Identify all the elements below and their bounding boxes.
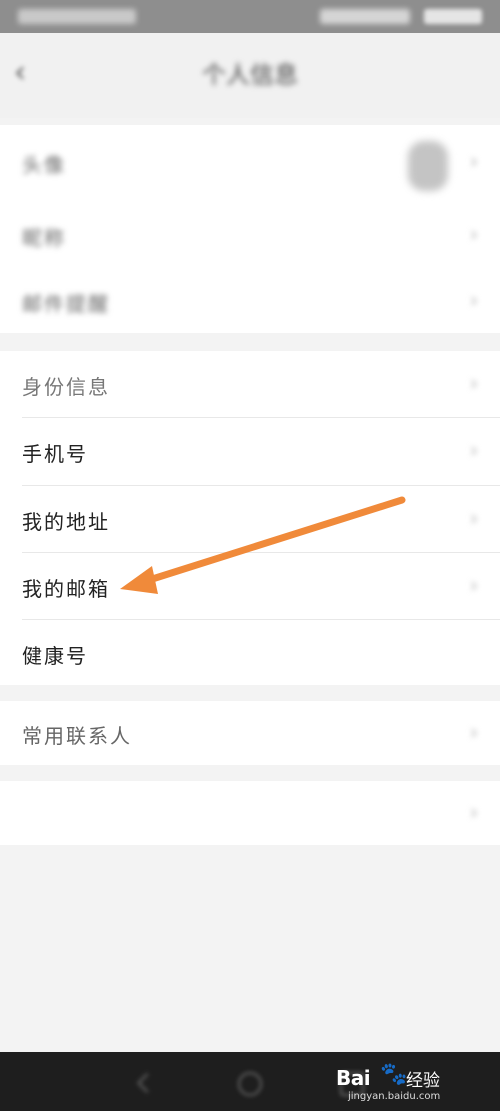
watermark-name: 经验 bbox=[406, 1071, 440, 1091]
chevron-right-icon: › bbox=[470, 573, 478, 597]
row-label: 邮件提醒 bbox=[22, 292, 110, 316]
row-phone[interactable]: 手机号 › bbox=[0, 418, 500, 485]
row-label: 昵称 bbox=[22, 226, 66, 250]
row-label: 身份信息 bbox=[22, 375, 110, 399]
nav-bar: ‹ 个人信息 bbox=[0, 33, 500, 118]
extra-group: › bbox=[0, 781, 500, 845]
page-title: 个人信息 bbox=[202, 61, 298, 89]
chevron-right-icon: › bbox=[470, 149, 478, 173]
row-label: 头像 bbox=[22, 153, 66, 177]
row-identity[interactable]: 身份信息 › bbox=[0, 351, 500, 417]
row-label: 我的地址 bbox=[22, 510, 110, 534]
chevron-right-icon: › bbox=[470, 800, 478, 824]
chevron-right-icon: › bbox=[470, 288, 478, 312]
row-label: 我的邮箱 bbox=[22, 577, 110, 601]
row-contacts[interactable]: 常用联系人 › bbox=[0, 701, 500, 765]
chevron-right-icon: › bbox=[470, 371, 478, 395]
avatar bbox=[408, 141, 448, 191]
row-health-id[interactable]: 健康号 bbox=[0, 620, 500, 685]
chevron-right-icon: › bbox=[470, 222, 478, 246]
status-bar bbox=[0, 0, 500, 33]
carrier-info bbox=[18, 9, 136, 24]
row-nickname[interactable]: 昵称 › bbox=[0, 200, 500, 268]
watermark-brand: Bai bbox=[336, 1066, 371, 1090]
back-nav-icon[interactable] bbox=[137, 1073, 157, 1093]
chevron-right-icon: › bbox=[470, 506, 478, 530]
home-nav-icon[interactable] bbox=[238, 1072, 262, 1096]
row-avatar[interactable]: 头像 › bbox=[0, 125, 500, 200]
row-label: 手机号 bbox=[22, 442, 88, 466]
row-address[interactable]: 我的地址 › bbox=[0, 486, 500, 552]
watermark-logo: Bai 🐾 经验 jingyan.baidu.com bbox=[336, 1060, 476, 1102]
chevron-right-icon: › bbox=[470, 438, 478, 462]
row-label: 常用联系人 bbox=[22, 724, 132, 748]
watermark-url: jingyan.baidu.com bbox=[348, 1091, 441, 1102]
battery-icon bbox=[424, 9, 482, 24]
row-email[interactable]: 我的邮箱 › bbox=[0, 553, 500, 619]
row-extra[interactable]: › bbox=[0, 781, 500, 845]
row-label: 健康号 bbox=[22, 644, 88, 668]
contacts-group: 常用联系人 › bbox=[0, 701, 500, 765]
chevron-right-icon: › bbox=[470, 720, 478, 744]
profile-basic-group: 头像 › 昵称 › 邮件提醒 › bbox=[0, 125, 500, 333]
profile-detail-group: 身份信息 › 手机号 › 我的地址 › 我的邮箱 › 健康号 bbox=[0, 351, 500, 685]
paw-icon: 🐾 bbox=[380, 1062, 408, 1087]
row-notification[interactable]: 邮件提醒 › bbox=[0, 268, 500, 333]
status-icons bbox=[320, 9, 410, 24]
